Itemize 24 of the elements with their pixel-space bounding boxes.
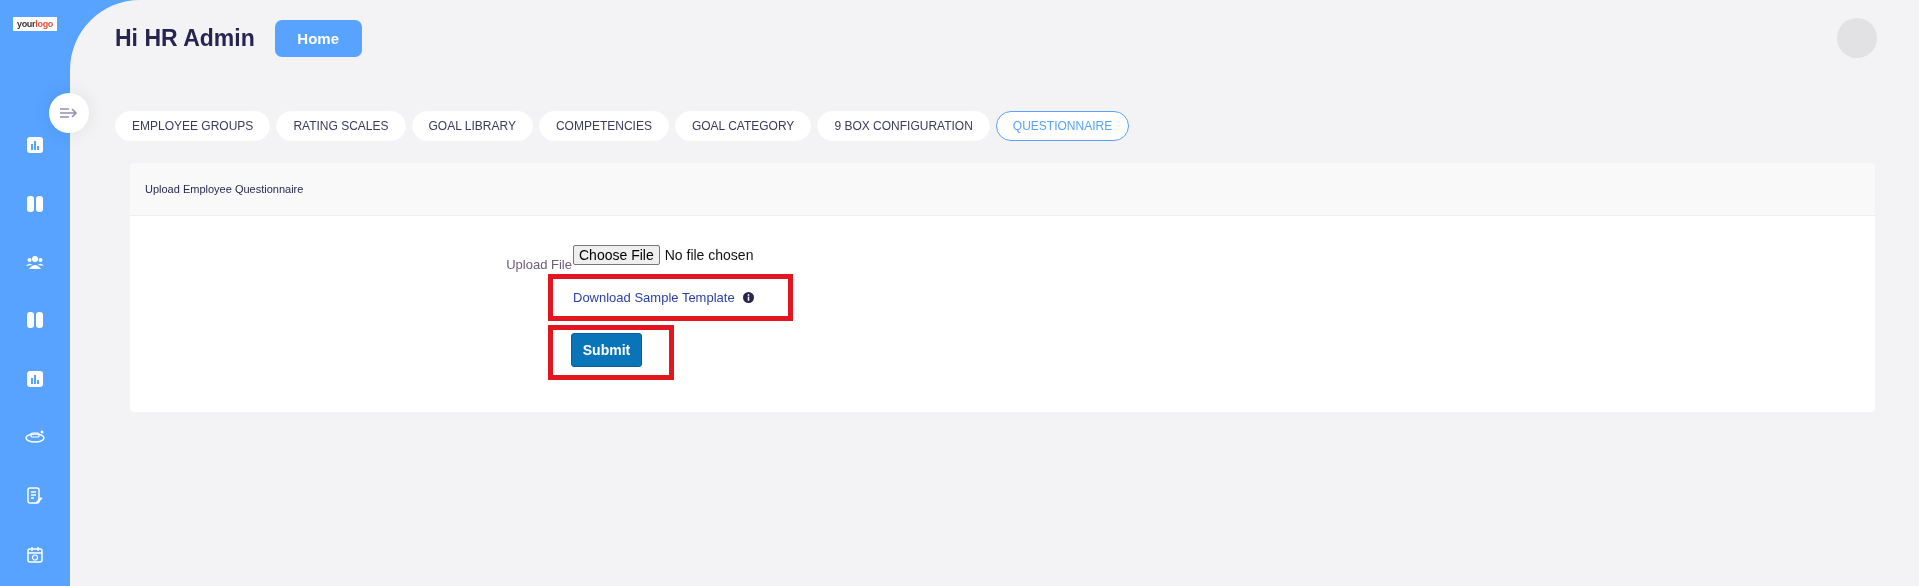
download-template-link[interactable]: Download Sample Template	[573, 290, 735, 305]
users-icon[interactable]	[26, 255, 44, 269]
document-edit-icon[interactable]	[27, 487, 43, 504]
calendar-icon[interactable]	[27, 547, 43, 563]
collapse-arrow-icon	[60, 107, 78, 119]
sidebar-toggle-button[interactable]	[49, 93, 89, 133]
tab[interactable]: GOAL LIBRARY	[411, 111, 533, 141]
tab[interactable]: 9 BOX CONFIGURATION	[817, 111, 990, 141]
file-status: No file chosen	[664, 247, 754, 263]
rotate-360-icon[interactable]	[25, 430, 45, 444]
columns-icon[interactable]	[27, 196, 43, 212]
greeting-title: Hi HR Admin	[115, 24, 255, 52]
columns-icon[interactable]	[27, 312, 43, 328]
tab[interactable]: EMPLOYEE GROUPS	[115, 111, 271, 141]
bar-chart-icon[interactable]	[27, 371, 43, 387]
bar-chart-icon[interactable]	[27, 137, 43, 153]
logo: yourlogo	[12, 17, 58, 31]
info-icon[interactable]	[742, 292, 754, 303]
choose-file-button[interactable]: Choose File	[573, 245, 660, 265]
tab[interactable]: GOAL CATEGORY	[674, 111, 812, 141]
card-title: Upload Employee Questionnaire	[145, 183, 304, 195]
tab[interactable]: COMPETENCIES	[538, 111, 669, 141]
tab[interactable]: RATING SCALES	[276, 111, 406, 141]
submit-button[interactable]: Submit	[571, 333, 642, 367]
